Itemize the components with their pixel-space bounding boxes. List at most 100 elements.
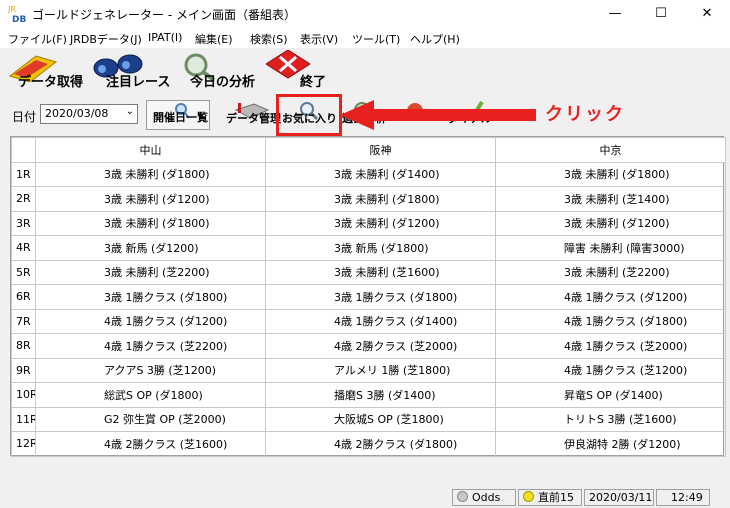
prev-indicator-icon (523, 491, 534, 502)
today-analysis-label: 今日の分析 (190, 75, 256, 90)
menu-file[interactable]: ファイル(F) (8, 31, 67, 47)
race-cell[interactable]: 4歳 1勝クラス (ダ1800) (495, 308, 726, 334)
race-cell[interactable]: 3歳 未勝利 (ダ1200) (265, 210, 496, 236)
date-select[interactable]: 2020/03/08 ⌄ (40, 104, 138, 124)
race-table: 中山 阪神 中京 1R 3歳 未勝利 (ダ1800) 3歳 未勝利 (ダ1400) 3… (10, 136, 726, 457)
data-manage-button[interactable]: データ管理 (224, 100, 281, 130)
click-annotation: クリック (545, 104, 625, 125)
chevron-down-icon: ⌄ (125, 106, 134, 117)
menu-search[interactable]: 検索(S) (250, 31, 288, 47)
date-label: 日付 (12, 110, 37, 124)
race-cell[interactable]: 3歳 1勝クラス (ダ1800) (265, 284, 496, 310)
race-number-cell: 7R (11, 308, 36, 334)
menu-ipat[interactable]: IPAT(I) (148, 31, 182, 44)
race-cell[interactable]: 3歳 未勝利 (芝1400) (495, 186, 726, 212)
race-cell[interactable]: 3歳 未勝利 (ダ1200) (495, 210, 726, 236)
table-row[interactable]: 1R 3歳 未勝利 (ダ1800) 3歳 未勝利 (ダ1400) 3歳 未勝利 (ダ1… (11, 161, 726, 187)
race-cell[interactable]: 4歳 1勝クラス (芝2200) (35, 333, 266, 359)
status-date: 2020/03/11 (584, 489, 654, 506)
close-button[interactable]: ✕ (684, 0, 730, 28)
race-cell[interactable]: 3歳 未勝利 (芝2200) (35, 259, 266, 285)
race-cell[interactable]: 3歳 未勝利 (ダ1800) (265, 186, 496, 212)
race-cell[interactable]: G2 弥生賞 OP (芝2000) (35, 406, 266, 432)
race-number-cell: 3R (11, 210, 36, 236)
race-cell[interactable]: 3歳 未勝利 (芝2200) (495, 259, 726, 285)
race-number-cell: 9R (11, 357, 36, 383)
race-cell[interactable]: 昇竜S OP (ダ1400) (495, 382, 726, 408)
race-cell[interactable]: 4歳 1勝クラス (ダ1200) (495, 284, 726, 310)
main-toolbar: データ取得 注目レース 今日の分析 終了 (0, 48, 730, 96)
menu-view[interactable]: 表示(V) (300, 31, 338, 47)
race-cell[interactable]: 3歳 未勝利 (ダ1400) (265, 161, 496, 187)
status-time: 12:49 (656, 489, 710, 506)
watch-race-button[interactable]: 注目レース (90, 50, 174, 94)
race-cell[interactable]: 4歳 1勝クラス (ダ1200) (35, 308, 266, 334)
table-row[interactable]: 3R 3歳 未勝利 (ダ1800) 3歳 未勝利 (ダ1200) 3歳 未勝利 (ダ1… (11, 210, 726, 236)
menu-jrdb-data[interactable]: JRDBデータ(J) (70, 31, 142, 47)
app-icon: JR DB (6, 3, 28, 25)
race-cell[interactable]: 3歳 未勝利 (芝1600) (265, 259, 496, 285)
schedule-list-button[interactable]: 開催日一覧 (146, 100, 210, 130)
race-cell[interactable]: 総武S OP (ダ1800) (35, 382, 266, 408)
race-cell[interactable]: 4歳 2勝クラス (芝1600) (35, 431, 266, 457)
exit-button[interactable]: 終了 (264, 50, 334, 94)
column-header-chukyo[interactable]: 中京 (495, 137, 726, 163)
left-arrow-icon (340, 100, 536, 130)
race-cell[interactable]: 3歳 1勝クラス (ダ1800) (35, 284, 266, 310)
menu-tools[interactable]: ツール(T) (352, 31, 400, 47)
minimize-button[interactable]: — (592, 0, 638, 28)
race-number-cell: 1R (11, 161, 36, 187)
race-cell[interactable]: 4歳 2勝クラス (芝2000) (265, 333, 496, 359)
race-cell[interactable]: 4歳 2勝クラス (ダ1800) (265, 431, 496, 457)
svg-text:JR: JR (7, 5, 16, 14)
race-cell[interactable]: 3歳 未勝利 (ダ1800) (495, 161, 726, 187)
table-row[interactable]: 8R 4歳 1勝クラス (芝2200) 4歳 2勝クラス (芝2000) 4歳 1勝ク… (11, 333, 726, 359)
menu-edit[interactable]: 編集(E) (195, 31, 233, 47)
menu-help[interactable]: ヘルプ(H) (410, 31, 460, 47)
race-number-cell: 2R (11, 186, 36, 212)
race-cell[interactable]: 4歳 1勝クラス (芝1200) (495, 357, 726, 383)
table-row[interactable]: 7R 4歳 1勝クラス (ダ1200) 4歳 1勝クラス (ダ1400) 4歳 1勝ク… (11, 308, 726, 334)
table-header-row: 中山 阪神 中京 (11, 137, 726, 163)
status-bar: Odds 直前15 2020/03/11 12:49 (0, 486, 730, 508)
table-row[interactable]: 4R 3歳 新馬 (ダ1200) 3歳 新馬 (ダ1800) 障害 未勝利 (障害30… (11, 235, 726, 261)
table-row[interactable]: 5R 3歳 未勝利 (芝2200) 3歳 未勝利 (芝1600) 3歳 未勝利 (芝2… (11, 259, 726, 285)
race-cell[interactable]: 4歳 1勝クラス (ダ1400) (265, 308, 496, 334)
race-cell[interactable]: 大阪城S OP (芝1800) (265, 406, 496, 432)
table-row[interactable]: 12R 4歳 2勝クラス (芝1600) 4歳 2勝クラス (ダ1800) 伊良湖特 … (11, 431, 726, 457)
race-cell[interactable]: 3歳 未勝利 (ダ1800) (35, 161, 266, 187)
table-row[interactable]: 10R 総武S OP (ダ1800) 播磨S 3勝 (ダ1400) 昇竜S OP (ダ… (11, 382, 726, 408)
prev-status-label: 直前15 (538, 491, 574, 504)
race-table-body: 1R 3歳 未勝利 (ダ1800) 3歳 未勝利 (ダ1400) 3歳 未勝利 (ダ1… (11, 161, 726, 457)
table-row[interactable]: 11R G2 弥生賞 OP (芝2000) 大阪城S OP (芝1800) トリトS … (11, 406, 726, 432)
table-row[interactable]: 9R アクアS 3勝 (芝1200) アルメリ 1勝 (芝1800) 4歳 1勝クラス… (11, 357, 726, 383)
race-cell[interactable]: アクアS 3勝 (芝1200) (35, 357, 266, 383)
column-header-hanshin[interactable]: 阪神 (265, 137, 496, 163)
race-cell[interactable]: トリトS 3勝 (芝1600) (495, 406, 726, 432)
watch-race-label: 注目レース (106, 75, 171, 90)
table-row[interactable]: 2R 3歳 未勝利 (ダ1200) 3歳 未勝利 (ダ1800) 3歳 未勝利 (芝1… (11, 186, 726, 212)
race-cell[interactable]: 3歳 新馬 (ダ1200) (35, 235, 266, 261)
table-row[interactable]: 6R 3歳 1勝クラス (ダ1800) 3歳 1勝クラス (ダ1800) 4歳 1勝ク… (11, 284, 726, 310)
data-manage-label: データ管理 (226, 112, 281, 125)
race-number-cell: 10R (11, 382, 36, 408)
today-analysis-button[interactable]: 今日の分析 (178, 50, 260, 94)
race-number-cell: 8R (11, 333, 36, 359)
race-number-cell: 5R (11, 259, 36, 285)
race-cell[interactable]: 3歳 未勝利 (ダ1200) (35, 186, 266, 212)
column-header-nakayama[interactable]: 中山 (35, 137, 266, 163)
svg-text:DB: DB (12, 15, 26, 25)
data-get-button[interactable]: データ取得 (4, 50, 86, 94)
odds-status: Odds (452, 489, 516, 506)
maximize-button[interactable]: ☐ (638, 0, 684, 28)
race-cell[interactable]: アルメリ 1勝 (芝1800) (265, 357, 496, 383)
race-cell[interactable]: 障害 未勝利 (障害3000) (495, 235, 726, 261)
race-cell[interactable]: 伊良湖特 2勝 (ダ1200) (495, 431, 726, 457)
race-cell[interactable]: 3歳 新馬 (ダ1800) (265, 235, 496, 261)
race-cell[interactable]: 3歳 未勝利 (ダ1800) (35, 210, 266, 236)
race-cell[interactable]: 播磨S 3勝 (ダ1400) (265, 382, 496, 408)
race-number-cell: 6R (11, 284, 36, 310)
race-cell[interactable]: 4歳 1勝クラス (芝2000) (495, 333, 726, 359)
race-number-cell: 4R (11, 235, 36, 261)
favorites-highlight-box (276, 94, 342, 136)
